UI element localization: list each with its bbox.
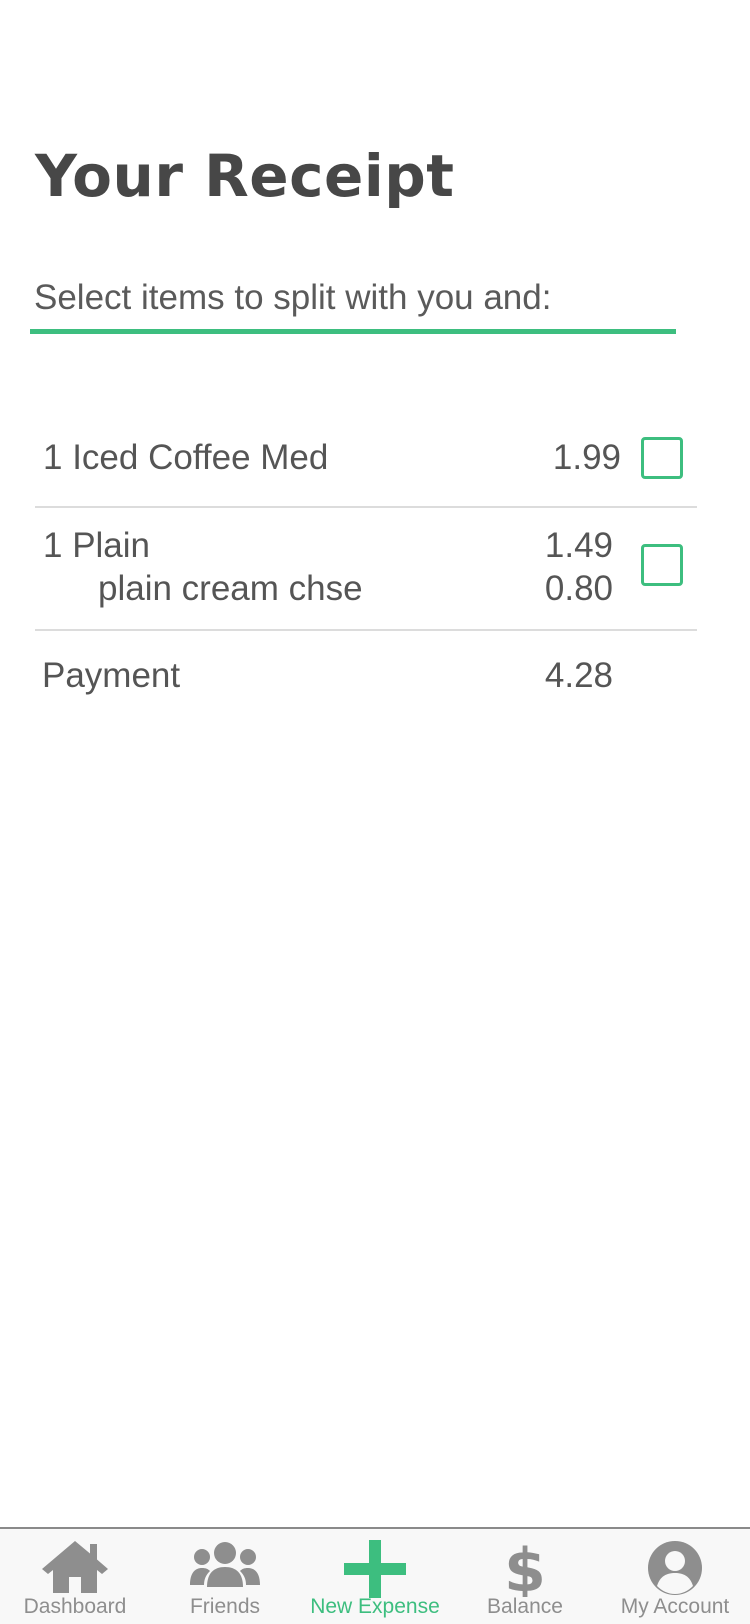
tab-friends[interactable]: Friends <box>150 1529 300 1624</box>
users-icon <box>190 1542 260 1587</box>
item-price: 1.49 <box>544 526 613 565</box>
page-title: Your Receipt <box>35 142 455 210</box>
item-select-checkbox[interactable] <box>641 544 683 586</box>
svg-text:$: $ <box>504 1539 546 1597</box>
item-price: 1.99 <box>552 438 621 477</box>
tab-dashboard[interactable]: Dashboard <box>0 1529 150 1624</box>
split-with-field[interactable] <box>30 270 676 334</box>
plus-icon <box>344 1540 406 1598</box>
user-circle-icon <box>648 1541 702 1595</box>
item-modifier-name: plain cream chse <box>98 569 363 608</box>
payment-row: Payment 4.28 <box>35 629 697 719</box>
item-modifier-price: 0.80 <box>544 569 613 608</box>
tab-label: New Expense <box>310 1595 440 1618</box>
dollar-icon: $ <box>504 1539 546 1597</box>
payment-value: 4.28 <box>544 656 613 695</box>
item-name: 1 Iced Coffee Med <box>43 438 329 477</box>
tab-label: Friends <box>189 1595 261 1618</box>
receipt-item: 1 Iced Coffee Med 1.99 <box>35 400 697 508</box>
tab-label: Balance <box>487 1595 563 1618</box>
tab-balance[interactable]: $ Balance <box>450 1529 600 1624</box>
item-name: 1 Plain <box>43 526 151 565</box>
item-select-checkbox[interactable] <box>641 437 683 479</box>
bottom-tab-bar: Dashboard Friends New Expense $ Balance … <box>0 1527 750 1624</box>
receipt-item: 1 Plain 1.49 plain cream chse 0.80 <box>35 506 697 631</box>
split-with-input[interactable] <box>34 278 654 318</box>
home-icon <box>42 1541 108 1593</box>
tab-new-expense[interactable]: New Expense <box>300 1529 450 1624</box>
payment-label: Payment <box>42 656 181 695</box>
tab-my-account[interactable]: My Account <box>600 1529 750 1624</box>
tab-label: My Account <box>620 1595 730 1618</box>
tab-label: Dashboard <box>23 1595 127 1618</box>
